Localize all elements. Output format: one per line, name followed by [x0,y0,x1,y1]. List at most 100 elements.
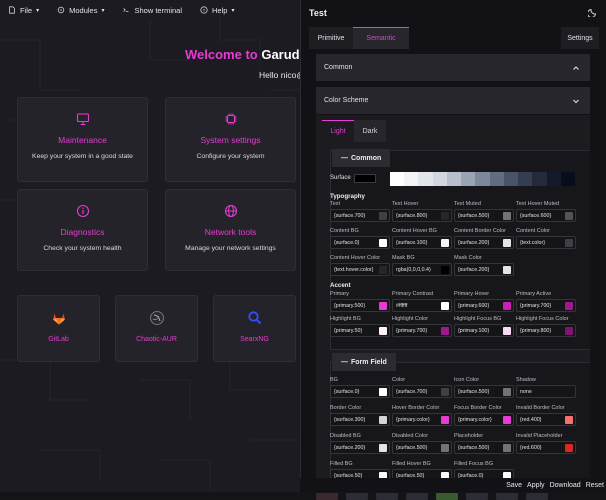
subtab-light[interactable]: Light [322,120,354,142]
token-input[interactable]: {surface.500} [454,209,514,222]
color-swatch[interactable] [441,444,449,452]
token-input[interactable]: {surface.200} [454,263,514,276]
color-swatch[interactable] [441,239,449,247]
download-button[interactable]: Download [550,482,581,489]
color-swatch[interactable] [565,327,573,335]
color-swatch[interactable] [441,388,449,396]
card-diagnostics[interactable]: Diagnostics Check your system health [17,189,148,271]
help-icon: ? [200,6,208,14]
subtab-dark[interactable]: Dark [354,120,386,142]
color-swatch[interactable] [565,416,573,424]
taskbar-app[interactable] [436,493,458,500]
tab-semantic[interactable]: Semantic [353,27,409,49]
token-input[interactable]: {primary.50} [330,324,390,337]
color-swatch[interactable] [379,266,387,274]
form-field-legend[interactable]: — Form Field [332,353,396,371]
color-swatch[interactable] [379,302,387,310]
card-network-tools[interactable]: Network tools Manage your network settin… [165,189,296,271]
color-swatch[interactable] [503,212,511,220]
token-input[interactable]: {surface.0} [330,385,390,398]
color-swatch[interactable] [441,212,449,220]
card-gitlab[interactable]: GitLab [17,295,100,362]
token-input[interactable]: {primary.100} [454,324,514,337]
tab-primitive[interactable]: Primitive [309,27,353,49]
token-input[interactable]: {surface.700} [392,385,452,398]
token-input[interactable]: {surface.600} [516,209,576,222]
color-swatch[interactable] [565,239,573,247]
menu-show-terminal[interactable]: Show terminal [122,6,182,15]
taskbar-app[interactable] [496,493,518,500]
save-button[interactable]: Save [506,482,522,489]
taskbar-app[interactable] [346,493,368,500]
token-input[interactable]: {surface.200} [330,441,390,454]
token-input[interactable]: {surface.100} [392,236,452,249]
taskbar-app[interactable] [406,493,428,500]
color-swatch[interactable] [379,239,387,247]
token-input[interactable]: {surface.500} [392,441,452,454]
apply-button[interactable]: Apply [527,482,545,489]
token-label: Primary Active [516,291,552,297]
color-swatch[interactable] [503,302,511,310]
card-system-settings[interactable]: System settings Configure your system [165,97,296,182]
menu-modules[interactable]: Modules ▾ [57,6,104,15]
token-input[interactable]: {surface.200} [454,236,514,249]
token-input[interactable]: {primary.700} [516,299,576,312]
token-input[interactable]: {surface.300} [330,413,390,426]
token-input[interactable]: {surface.500} [454,441,514,454]
color-swatch[interactable] [441,327,449,335]
token-input[interactable]: {text.color} [516,236,576,249]
color-swatch[interactable] [379,444,387,452]
taskbar-app[interactable] [376,493,398,500]
surface-swatch [532,172,547,186]
token-input[interactable]: {surface.800} [392,209,452,222]
token-input[interactable]: {primary.600} [454,299,514,312]
color-swatch[interactable] [379,327,387,335]
taskbar-app[interactable] [316,493,338,500]
token-input[interactable]: {primary.800} [516,324,576,337]
token-input[interactable]: {surface.700} [330,209,390,222]
token-input[interactable]: #ffffff [392,299,452,312]
common-legend[interactable]: — Common [332,149,391,167]
color-swatch[interactable] [441,266,449,274]
token-input[interactable]: {primary.500} [330,299,390,312]
token-input[interactable]: {primary.color} [454,413,514,426]
color-swatch[interactable] [379,212,387,220]
card-title: GitLab [48,336,69,343]
token-input[interactable]: {primary.color} [392,413,452,426]
tab-settings[interactable]: Settings [561,27,599,49]
accordion-common[interactable]: Common [316,54,590,81]
token-input[interactable]: {red.400} [516,413,576,426]
taskbar-app[interactable] [526,493,548,500]
card-maintenance[interactable]: Maintenance Keep your system in a good s… [17,97,148,182]
color-swatch[interactable] [441,416,449,424]
token-input[interactable]: rgba(0,0,0,0.4) [392,263,452,276]
token-input[interactable]: none [516,385,576,398]
accordion-color-scheme[interactable]: Color Scheme [316,87,590,114]
color-swatch[interactable] [379,388,387,396]
color-swatch[interactable] [503,266,511,274]
token-input[interactable]: {red.600} [516,441,576,454]
reset-button[interactable]: Reset [586,482,604,489]
color-swatch[interactable] [503,239,511,247]
taskbar-app[interactable] [466,493,488,500]
color-swatch[interactable] [503,388,511,396]
token-input[interactable]: {surface.0} [330,236,390,249]
color-swatch[interactable] [565,302,573,310]
menu-help[interactable]: ? Help ▾ [200,6,234,15]
card-searxng[interactable]: SearxNG [213,295,296,362]
color-swatch[interactable] [503,327,511,335]
surface-color-input[interactable] [354,174,376,183]
color-swatch[interactable] [565,444,573,452]
token-input[interactable]: {surface.500} [454,385,514,398]
menu-file[interactable]: File ▾ [8,6,39,15]
token-input[interactable]: {primary.700} [392,324,452,337]
color-swatch[interactable] [503,416,511,424]
color-swatch[interactable] [441,302,449,310]
moon-icon[interactable] [588,7,598,17]
token-value: {surface.500} [396,444,428,451]
card-chaotic-aur[interactable]: Chaotic-AUR [115,295,198,362]
color-swatch[interactable] [379,416,387,424]
color-swatch[interactable] [565,212,573,220]
color-swatch[interactable] [503,444,511,452]
token-input[interactable]: {text.hover.color} [330,263,390,276]
